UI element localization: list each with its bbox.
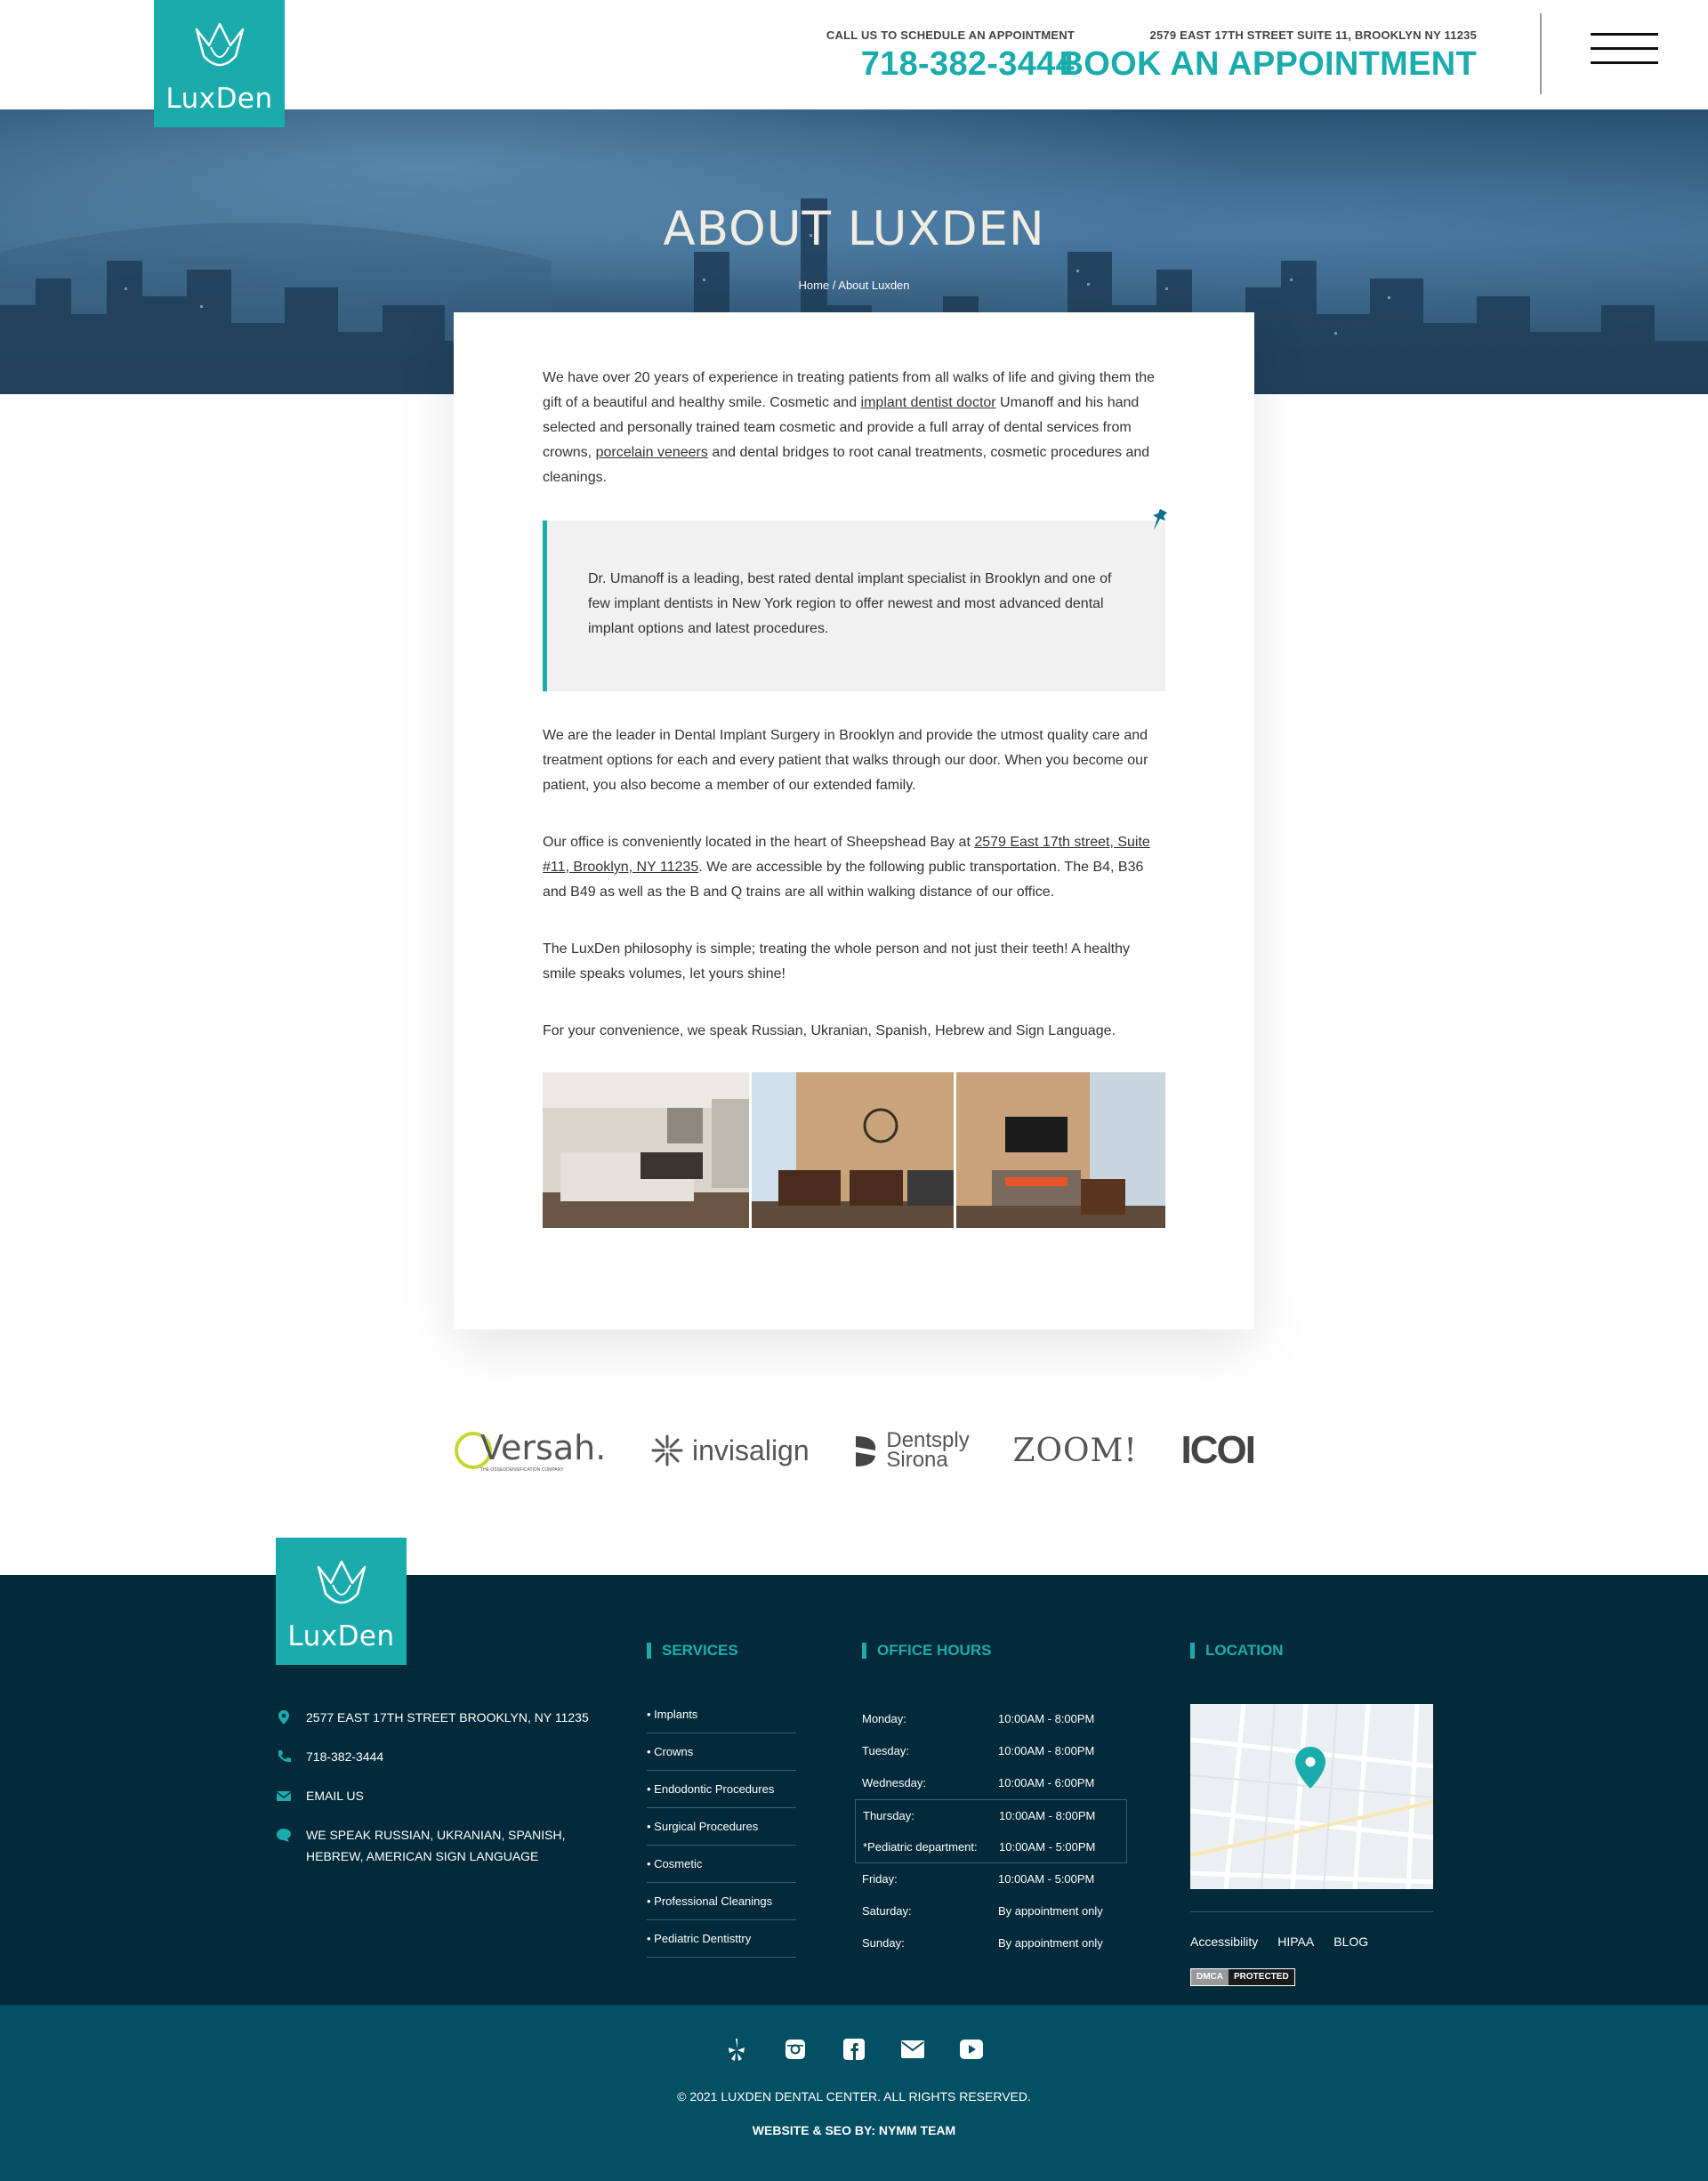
footer-email[interactable]: EMAIL US bbox=[276, 1785, 614, 1806]
sub-footer: © 2021 LUXDEN DENTAL CENTER. ALL RIGHTS … bbox=[0, 2005, 1708, 2181]
youtube-icon[interactable] bbox=[958, 2036, 985, 2063]
languages-paragraph: For your convenience, we speak Russian, … bbox=[543, 1023, 1116, 1038]
office-hours-table: Monday: 10:00AM - 8:00PM Tuesday: 10:00AM … bbox=[855, 1703, 1127, 1959]
service-cleanings[interactable]: Professional Cleanings bbox=[647, 1883, 796, 1920]
zoom-logo[interactable]: ZOOM! bbox=[1012, 1433, 1137, 1469]
porcelain-veneers-link[interactable]: porcelain veneers bbox=[596, 445, 708, 460]
hipaa-link[interactable]: HIPAA bbox=[1277, 1935, 1314, 1949]
reception-photo[interactable] bbox=[543, 1072, 749, 1228]
footer-phone[interactable]: 718-382-3444 bbox=[276, 1746, 614, 1767]
header-address: 2579 EAST 17TH STREET SUITE 11, BROOKLYN… bbox=[1149, 28, 1477, 42]
versah-logo[interactable]: Versah. THE OSSEODENSIFICATION COMPANY bbox=[454, 1428, 606, 1473]
email-icon[interactable] bbox=[899, 2036, 926, 2063]
breadcrumb-current: About Luxden bbox=[838, 279, 910, 292]
blog-link[interactable]: BLOG bbox=[1333, 1935, 1368, 1949]
hours-row: Thursday: 10:00AM - 8:00PM bbox=[863, 1808, 1096, 1822]
breadcrumb: Home / About Luxden bbox=[0, 279, 1708, 292]
header-logo[interactable]: LuxDen bbox=[154, 0, 285, 127]
site-footer: 2577 EAST 17TH STREET BROOKLYN, NY 11235… bbox=[0, 1575, 1708, 2005]
service-cosmetic[interactable]: Cosmetic bbox=[647, 1846, 796, 1883]
hours-row: Wednesday: 10:00AM - 6:00PM bbox=[862, 1776, 1095, 1789]
dmca-badge[interactable]: DMCA PROTECTED bbox=[1190, 1968, 1295, 1986]
partner-logos: Versah. THE OSSEODENSIFICATION COMPANY i… bbox=[454, 1415, 1256, 1486]
star-burst-icon bbox=[651, 1434, 683, 1466]
leader-paragraph: We are the leader in Dental Implant Surg… bbox=[543, 728, 1148, 793]
philosophy-paragraph: The LuxDen philosophy is simple; treatin… bbox=[543, 941, 1130, 981]
invisalign-logo[interactable]: invisalign bbox=[649, 1433, 810, 1468]
blockquote: Dr. Umanoff is a leading, best rated den… bbox=[543, 509, 1167, 691]
page-title: ABOUT LUXDEN bbox=[663, 202, 1045, 256]
hours-row: Tuesday: 10:00AM - 8:00PM bbox=[862, 1744, 1095, 1757]
footer-languages: WE SPEAK RUSSIAN, UKRANIAN, SPANISH, HEB… bbox=[276, 1824, 614, 1867]
hamburger-icon[interactable] bbox=[1591, 33, 1658, 77]
mail-icon bbox=[276, 1791, 292, 1801]
thursday-highlight: Thursday: 10:00AM - 8:00PM *Pediatric dep… bbox=[855, 1799, 1127, 1863]
footer-contact: 2577 EAST 17TH STREET BROOKLYN, NY 11235… bbox=[276, 1707, 614, 1885]
copyright-text: © 2021 LUXDEN DENTAL CENTER. ALL RIGHTS … bbox=[677, 2089, 1031, 2104]
service-endodontic[interactable]: Endodontic Procedures bbox=[647, 1771, 796, 1808]
social-links bbox=[0, 2036, 1708, 2063]
hours-row: Monday: 10:00AM - 8:00PM bbox=[862, 1712, 1095, 1725]
location-paragraph: Our office is conveniently located in th… bbox=[543, 835, 1150, 900]
logo-text: LuxDen bbox=[287, 1620, 395, 1652]
yelp-icon[interactable] bbox=[723, 2036, 750, 2063]
quote-text: Dr. Umanoff is a leading, best rated den… bbox=[588, 571, 1112, 636]
hours-row: Friday: 10:00AM - 5:00PM bbox=[862, 1872, 1095, 1886]
phone-icon bbox=[278, 1750, 291, 1763]
header-divider bbox=[1540, 13, 1542, 94]
office-gallery bbox=[543, 1072, 1165, 1228]
services-list: Implants Crowns Endodontic Procedures Su… bbox=[647, 1696, 796, 1958]
location-divider bbox=[1190, 1911, 1433, 1912]
crown-logo-icon bbox=[195, 22, 244, 67]
service-crowns[interactable]: Crowns bbox=[647, 1733, 796, 1771]
service-implants[interactable]: Implants bbox=[647, 1696, 796, 1733]
credit-link[interactable]: WEBSITE & SEO BY: NYMM TEAM bbox=[0, 2123, 1708, 2137]
intro-paragraph: We have over 20 years of experience in t… bbox=[543, 370, 1156, 485]
booking-block: 2579 EAST 17TH STREET SUITE 11, BROOKLYN… bbox=[1059, 28, 1477, 84]
breadcrumb-separator: / bbox=[829, 279, 839, 292]
icoi-logo[interactable]: ICOI bbox=[1181, 1428, 1256, 1473]
services-heading: SERVICES bbox=[647, 1643, 738, 1659]
hours-row: Saturday: By appointment only bbox=[862, 1904, 1103, 1918]
footer-logo[interactable]: LuxDen bbox=[276, 1538, 407, 1665]
facebook-icon[interactable] bbox=[841, 2036, 867, 2063]
location-heading: LOCATION bbox=[1190, 1643, 1284, 1659]
waiting-room-photo[interactable] bbox=[752, 1072, 954, 1228]
location-map[interactable] bbox=[1190, 1704, 1433, 1889]
service-pediatric[interactable]: Pediatric Dentisttry bbox=[647, 1920, 796, 1958]
call-label: CALL US TO SCHEDULE AN APPOINTMENT bbox=[826, 28, 1075, 42]
hours-heading: OFFICE HOURS bbox=[862, 1643, 991, 1659]
footer-links: Accessibility HIPAA BLOG bbox=[1190, 1935, 1368, 1949]
breadcrumb-home[interactable]: Home bbox=[798, 279, 829, 292]
phone-link[interactable]: 718-382-3444 bbox=[826, 45, 1075, 84]
accessibility-link[interactable]: Accessibility bbox=[1190, 1935, 1258, 1949]
dentsply-sirona-logo[interactable]: Dentsply Sirona bbox=[852, 1430, 970, 1471]
lounge-photo[interactable] bbox=[956, 1072, 1165, 1228]
book-appointment-button[interactable]: BOOK AN APPOINTMENT bbox=[1059, 45, 1477, 84]
hours-row: *Pediatric department: 10:00AM - 5:00PM bbox=[863, 1839, 1096, 1854]
instagram-icon[interactable] bbox=[782, 2036, 809, 2063]
crown-logo-icon bbox=[317, 1560, 366, 1604]
phone-block: CALL US TO SCHEDULE AN APPOINTMENT 718-3… bbox=[826, 28, 1075, 84]
footer-address: 2577 EAST 17TH STREET BROOKLYN, NY 11235 bbox=[276, 1707, 614, 1728]
about-content-card: We have over 20 years of experience in t… bbox=[454, 312, 1254, 1329]
service-surgical[interactable]: Surgical Procedures bbox=[647, 1808, 796, 1846]
pin-icon bbox=[1153, 509, 1167, 530]
chat-bubble-icon bbox=[277, 1829, 291, 1842]
implant-dentist-link[interactable]: implant dentist doctor bbox=[861, 395, 996, 410]
location-pin-icon bbox=[278, 1710, 289, 1725]
hours-row: Sunday: By appointment only bbox=[862, 1936, 1103, 1950]
logo-text: LuxDen bbox=[165, 83, 273, 115]
